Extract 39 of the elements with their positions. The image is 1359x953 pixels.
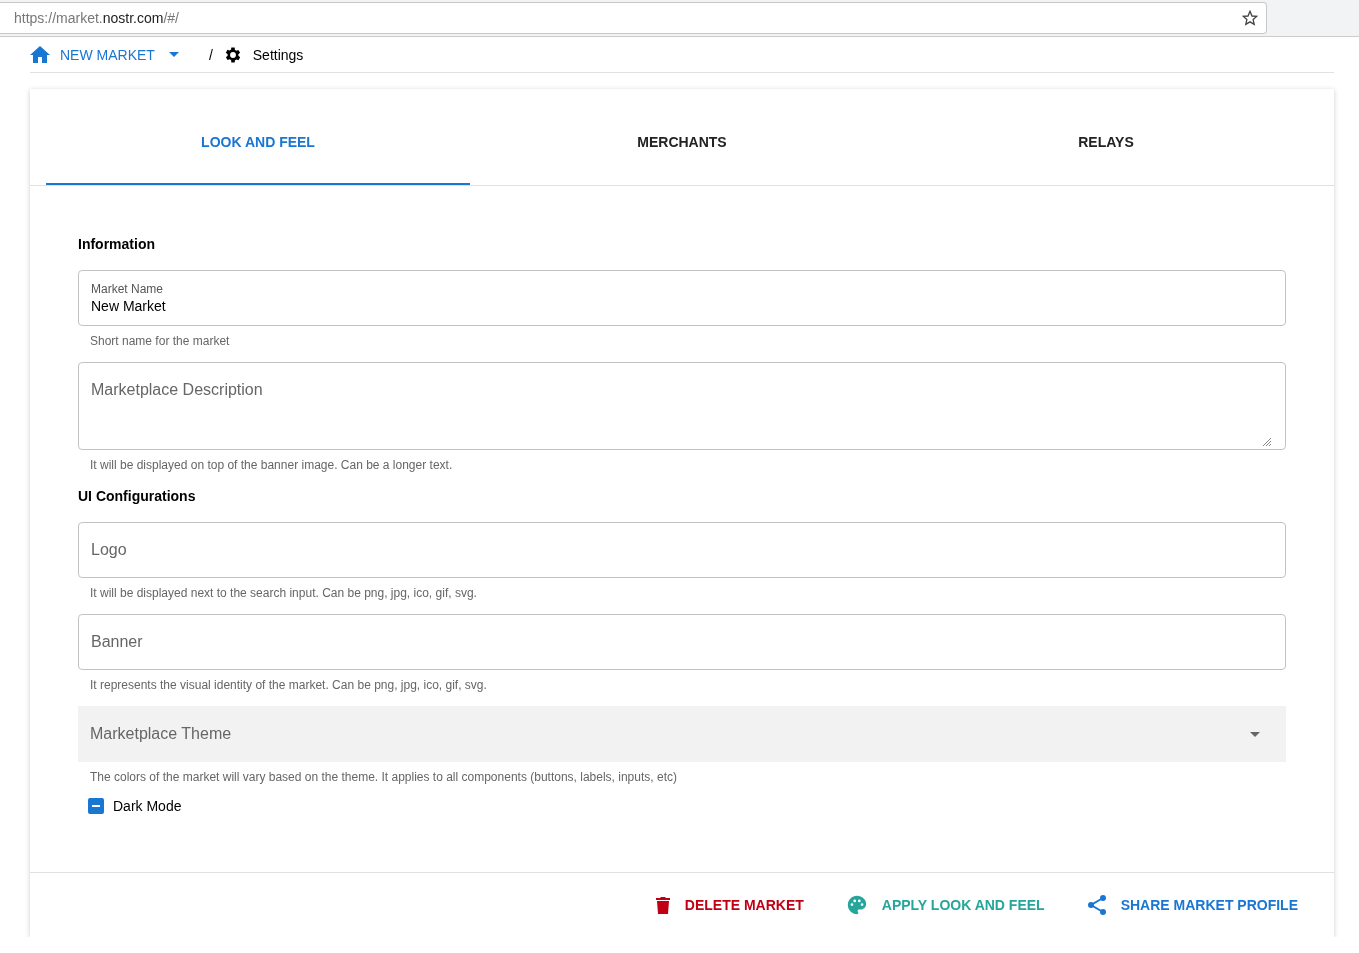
section-title: UI Configurations: [78, 488, 197, 504]
tab[interactable]: RELAYS: [894, 89, 1318, 185]
select-field[interactable]: Marketplace Theme: [78, 706, 1286, 762]
action-button[interactable]: DELETE MARKET: [650, 892, 808, 918]
section-title: Information: [78, 236, 156, 252]
action-button[interactable]: APPLY LOOK AND FEEL: [841, 890, 1049, 920]
text-field[interactable]: Banner: [78, 614, 1286, 670]
trash-icon: [654, 896, 671, 914]
field-placeholder: Logo: [91, 541, 128, 559]
url-text: https://market.nostr.com/#/: [14, 10, 180, 26]
star-icon[interactable]: [1242, 10, 1258, 26]
share-icon: [1086, 895, 1107, 915]
text-field[interactable]: Logo: [78, 522, 1286, 578]
checkbox[interactable]: [88, 798, 104, 814]
field-placeholder: Marketplace Theme: [90, 725, 232, 743]
address-bar[interactable]: https://market.nostr.com/#/: [0, 2, 1267, 34]
text-field[interactable]: Market Name New Market: [78, 270, 1286, 326]
resize-handle-icon: [1262, 437, 1271, 446]
breadcrumb-page: Settings: [252, 46, 304, 63]
checkbox-label: Dark Mode: [113, 798, 182, 814]
helper-text: The colors of the market will vary based on the theme. It applies to all components (buttons, labels, inputs, etc): [89, 769, 678, 786]
textarea-field[interactable]: Marketplace Description: [78, 362, 1286, 450]
palette-icon: [845, 894, 868, 916]
tab[interactable]: MERCHANTS: [470, 89, 894, 185]
helper-text: Short name for the market: [89, 333, 231, 350]
caret-icon: [168, 52, 179, 57]
home-icon: [30, 46, 50, 63]
breadcrumb-separator: /: [208, 46, 213, 63]
helper-text: It represents the visual identity of the market. Can be png, jpg, ico, gif, svg.: [89, 677, 488, 694]
action-button[interactable]: SHARE MARKET PROFILE: [1082, 891, 1302, 919]
field-value: New Market: [91, 298, 167, 314]
field-placeholder: Banner: [91, 633, 144, 651]
dropdown-caret-icon: [1250, 731, 1260, 737]
market-breadcrumb[interactable]: NEW MARKET: [30, 46, 179, 63]
field-label: Market Name: [91, 282, 165, 296]
helper-text: It will be displayed next to the search input. Can be png, jpg, ico, gif, svg.: [89, 585, 478, 602]
helper-text: It will be displayed on top of the banner image. Can be a longer text.: [89, 457, 454, 474]
tab[interactable]: LOOK AND FEEL: [46, 89, 470, 185]
field-placeholder: Marketplace Description: [91, 381, 264, 399]
